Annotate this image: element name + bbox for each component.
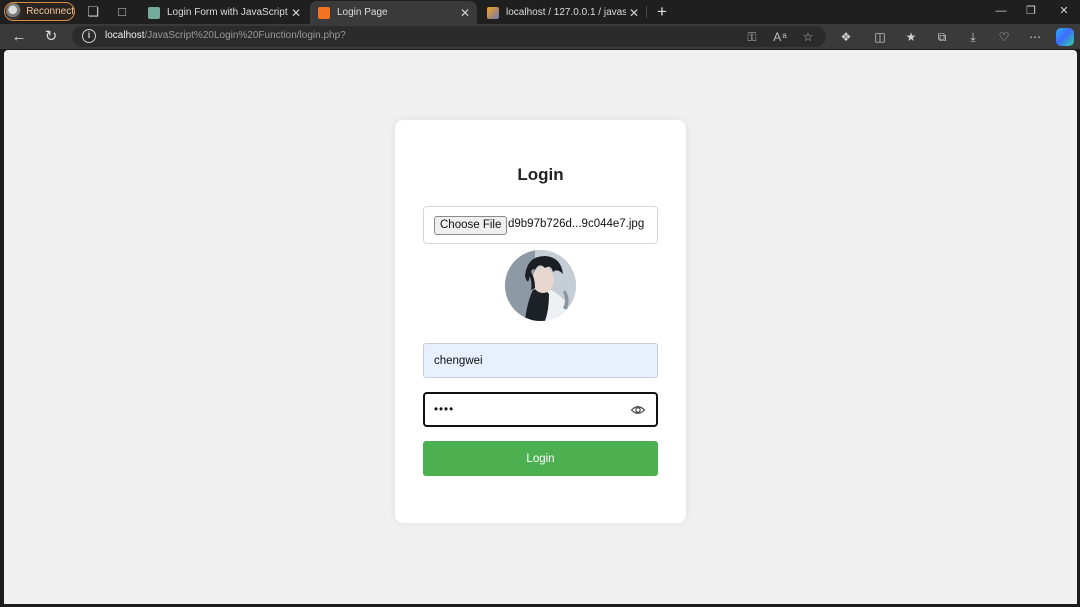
- selected-file-name: d9b97b726d...9c044e7.jpg: [508, 218, 645, 230]
- close-icon[interactable]: ✕: [288, 6, 304, 20]
- tab-actions-icon[interactable]: □: [113, 3, 131, 21]
- workspaces-icon[interactable]: ❏: [84, 3, 102, 21]
- profile-avatar-icon: [6, 3, 22, 20]
- read-aloud-icon[interactable]: A ᵃ: [772, 29, 788, 45]
- downloads-icon[interactable]: ⤓: [964, 28, 982, 46]
- username-field[interactable]: [423, 343, 658, 378]
- url-text[interactable]: localhost/JavaScript%20Login%20Function/…: [105, 30, 346, 41]
- reconnect-label: Reconnect: [26, 6, 74, 17]
- favorites-icon[interactable]: ★: [902, 28, 920, 46]
- tab-title: Login Form with JavaScript: [167, 7, 288, 18]
- login-button[interactable]: Login: [423, 441, 658, 476]
- url-path: /JavaScript%20Login%20Function/login.php…: [144, 30, 346, 41]
- copilot-icon[interactable]: [1056, 28, 1074, 46]
- tab-title: localhost / 127.0.0.1 / javascript_: [506, 7, 626, 18]
- avatar-image: [505, 250, 576, 321]
- close-window-icon[interactable]: ✕: [1053, 2, 1075, 20]
- eye-icon[interactable]: [630, 402, 646, 418]
- collections-icon[interactable]: ⧉: [933, 28, 951, 46]
- file-input[interactable]: Choose File d9b97b726d...9c044e7.jpg: [423, 206, 658, 244]
- password-field[interactable]: [423, 392, 658, 427]
- split-screen-icon[interactable]: ◫: [871, 28, 889, 46]
- page-viewport: Login Choose File d9b97b726d...9c044e7.j…: [4, 50, 1077, 604]
- site-info-icon[interactable]: i: [82, 29, 96, 43]
- refresh-icon[interactable]: ↻: [41, 27, 61, 47]
- tab-login-page[interactable]: Login Page ✕: [310, 1, 477, 24]
- xampp-icon: [318, 6, 330, 19]
- url-host: localhost: [105, 30, 145, 41]
- minimize-icon[interactable]: —: [990, 2, 1012, 20]
- chatgpt-icon: [148, 6, 160, 19]
- address-bar[interactable]: i localhost/JavaScript%20Login%20Functio…: [72, 26, 826, 47]
- close-icon[interactable]: ✕: [626, 6, 642, 20]
- reconnect-button[interactable]: Reconnect: [4, 2, 75, 21]
- password-input[interactable]: [434, 394, 624, 425]
- close-icon[interactable]: ✕: [457, 6, 473, 20]
- favorite-star-icon[interactable]: ☆: [800, 29, 816, 45]
- tab-phpmyadmin[interactable]: localhost / 127.0.0.1 / javascript_ ✕: [479, 1, 646, 24]
- extensions-icon[interactable]: ❖: [837, 28, 855, 46]
- restore-icon[interactable]: ❐: [1020, 2, 1042, 20]
- back-arrow-icon[interactable]: ←: [9, 27, 29, 47]
- browser-toolbar: ← ↻ i localhost/JavaScript%20Login%20Fun…: [0, 24, 1080, 49]
- tab-login-form[interactable]: Login Form with JavaScript ✕: [140, 1, 308, 24]
- key-icon[interactable]: ⚿: [744, 29, 760, 45]
- login-card: Login Choose File d9b97b726d...9c044e7.j…: [395, 120, 686, 523]
- tab-strip: Reconnect ❏ □ Login Form with JavaScript…: [0, 0, 1080, 24]
- username-input[interactable]: [434, 344, 624, 377]
- tab-title: Login Page: [337, 7, 388, 18]
- page-title: Login: [517, 165, 564, 184]
- more-menu-icon[interactable]: ⋯: [1026, 28, 1044, 46]
- new-tab-button[interactable]: +: [652, 2, 672, 22]
- avatar-preview: [505, 250, 576, 321]
- choose-file-button[interactable]: Choose File: [434, 216, 508, 235]
- phpmyadmin-icon: [487, 6, 499, 19]
- browser-essentials-icon[interactable]: ♡: [995, 28, 1013, 46]
- tab-separator: [646, 6, 647, 18]
